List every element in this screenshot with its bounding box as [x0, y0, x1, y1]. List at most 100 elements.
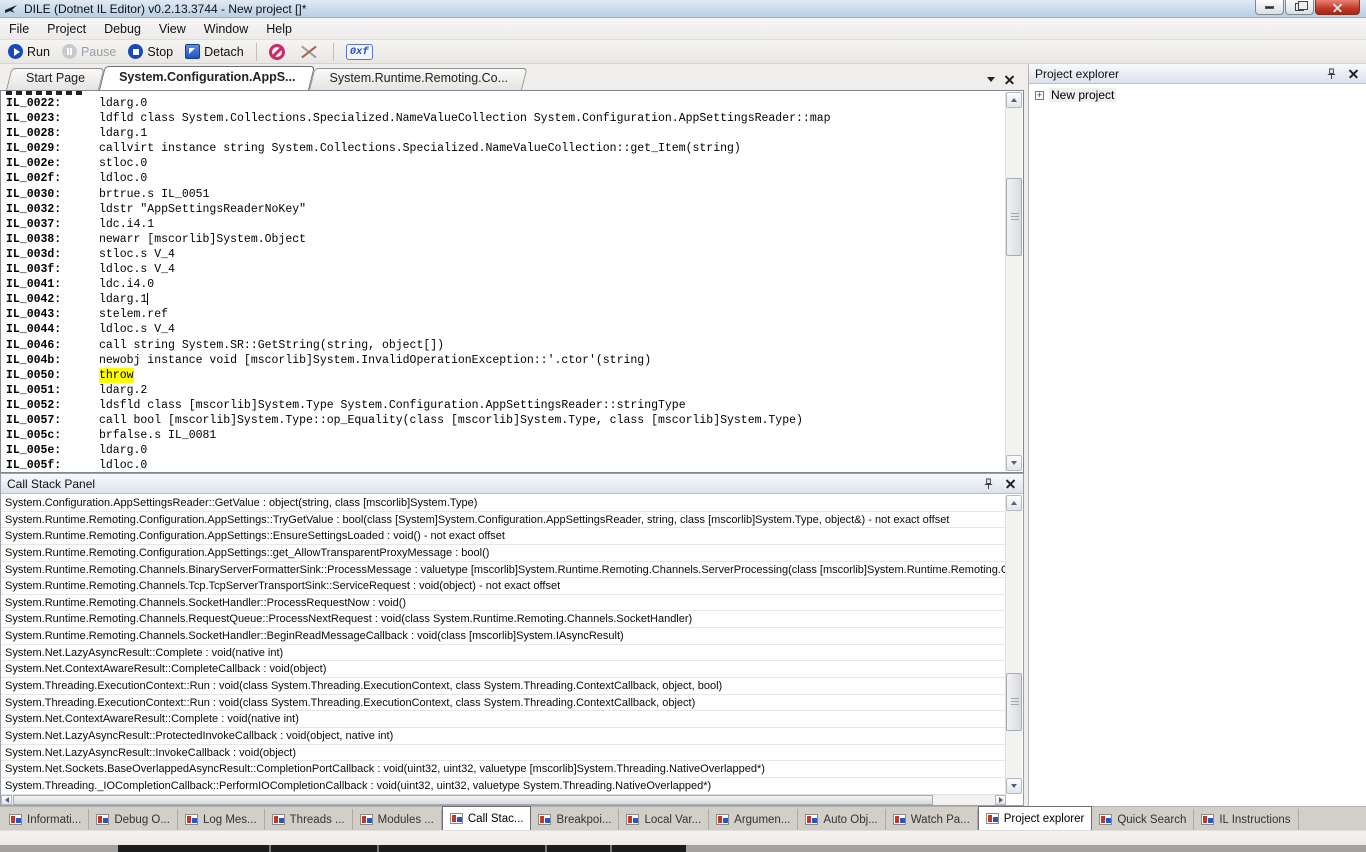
- callstack-frame[interactable]: System.Runtime.Remoting.Channels.SocketH…: [1, 628, 1006, 645]
- code-line[interactable]: IL_0030: brtrue.s IL_0051: [6, 187, 1005, 202]
- restore-button[interactable]: [1285, 0, 1314, 15]
- callstack-frame[interactable]: System.Runtime.Remoting.Configuration.Ap…: [1, 545, 1006, 562]
- code-line[interactable]: IL_005e: ldarg.0: [6, 443, 1005, 458]
- scroll-down-button[interactable]: [1006, 455, 1022, 471]
- callstack-horizontal-scrollbar[interactable]: [1, 794, 1006, 805]
- clear-breakpoints-button[interactable]: [291, 42, 327, 62]
- panel-tab[interactable]: Local Var...: [619, 809, 710, 830]
- code-line[interactable]: IL_005c: brfalse.s IL_0081: [6, 428, 1005, 443]
- pin-icon[interactable]: [1326, 68, 1337, 80]
- callstack-frame[interactable]: System.Runtime.Remoting.Channels.SocketH…: [1, 595, 1006, 612]
- code-line[interactable]: IL_0037: ldc.i4.1: [6, 217, 1005, 232]
- menu-item[interactable]: Help: [257, 19, 301, 39]
- title-bar: DILE (Dotnet IL Editor) v0.2.13.3744 - N…: [0, 0, 1366, 18]
- callstack-frame[interactable]: System.Net.LazyAsyncResult::Complete : v…: [1, 645, 1006, 662]
- tree-expander-icon[interactable]: +: [1035, 90, 1044, 100]
- callstack-frame[interactable]: System.Threading._IOCompletionCallback::…: [1, 778, 1006, 794]
- code-line[interactable]: IL_003d: stloc.s V_4: [6, 247, 1005, 262]
- tree-item-new-project[interactable]: + New project: [1033, 87, 1362, 103]
- menu-item[interactable]: Window: [195, 19, 257, 39]
- panel-tab[interactable]: Informati...: [2, 809, 90, 830]
- callstack-frame[interactable]: System.Runtime.Remoting.Configuration.Ap…: [1, 512, 1006, 529]
- close-document-button[interactable]: [1005, 75, 1014, 84]
- code-line[interactable]: IL_004b: newobj instance void [mscorlib]S…: [6, 353, 1005, 368]
- callstack-frame[interactable]: System.Runtime.Remoting.Channels.BinaryS…: [1, 562, 1006, 579]
- disable-breakpoints-button[interactable]: [263, 42, 291, 62]
- stop-button[interactable]: Stop: [122, 42, 179, 61]
- menu-item[interactable]: Debug: [95, 19, 150, 39]
- panel-tab[interactable]: Argumen...: [709, 809, 799, 830]
- scrollbar-thumb[interactable]: [13, 795, 933, 805]
- panel-tab[interactable]: Call Stac...: [441, 806, 532, 830]
- code-line[interactable]: IL_0044: ldloc.s V_4: [6, 322, 1005, 337]
- callstack-vertical-scrollbar[interactable]: [1005, 495, 1022, 794]
- code-line[interactable]: IL_0042: ldarg.1: [6, 292, 1005, 307]
- code-line[interactable]: IL_0023: ldfld class System.Collections.S…: [6, 111, 1005, 126]
- code-line[interactable]: IL_005f: ldloc.0: [6, 458, 1005, 472]
- panel-tab[interactable]: Modules ...: [353, 809, 442, 830]
- scroll-left-button[interactable]: [1, 795, 12, 805]
- scrollbar-thumb[interactable]: [1006, 178, 1022, 256]
- code-vertical-scrollbar[interactable]: [1005, 92, 1022, 471]
- panel-tab[interactable]: IL Instructions: [1194, 809, 1299, 830]
- scroll-right-button[interactable]: [995, 795, 1006, 805]
- code-line[interactable]: IL_0043: stelem.ref: [6, 307, 1005, 322]
- code-line[interactable]: IL_002f: ldloc.0: [6, 171, 1005, 186]
- panel-tab[interactable]: Debug O...: [89, 809, 178, 830]
- scroll-down-button[interactable]: [1006, 778, 1022, 794]
- panel-tab[interactable]: Watch Pa...: [886, 809, 978, 830]
- document-tab[interactable]: Start Page: [6, 68, 99, 90]
- run-button[interactable]: Run: [2, 42, 56, 61]
- callstack-frame[interactable]: System.Net.ContextAwareResult::CompleteC…: [1, 661, 1006, 679]
- callstack-frame[interactable]: System.Threading.ExecutionContext::Run :…: [1, 678, 1006, 695]
- pin-icon[interactable]: [983, 478, 994, 490]
- callstack-frame[interactable]: System.Net.Sockets.BaseOverlappedAsyncRe…: [1, 761, 1006, 778]
- minimize-button[interactable]: [1255, 0, 1284, 15]
- callstack-frame[interactable]: System.Net.LazyAsyncResult::InvokeCallba…: [1, 745, 1006, 762]
- scrollbar-thumb[interactable]: [1006, 673, 1022, 731]
- document-tab[interactable]: System.Configuration.AppS...: [99, 66, 309, 90]
- detach-button[interactable]: Detach: [179, 42, 250, 61]
- panel-tab[interactable]: Auto Obj...: [798, 809, 886, 830]
- tab-list-dropdown-button[interactable]: [987, 77, 995, 82]
- code-line[interactable]: IL_0028: ldarg.1: [6, 126, 1005, 141]
- panel-tab[interactable]: Breakpoi...: [531, 809, 620, 830]
- menu-item-label: View: [158, 22, 186, 36]
- callstack-frame[interactable]: System.Threading.ExecutionContext::Run :…: [1, 695, 1006, 712]
- pause-button[interactable]: Pause: [56, 42, 122, 61]
- panel-tab[interactable]: Quick Search: [1092, 809, 1195, 830]
- menu-item[interactable]: File: [0, 19, 38, 39]
- callstack-frame[interactable]: System.Runtime.Remoting.Channels.Tcp.Tcp…: [1, 578, 1006, 595]
- menu-item[interactable]: Project: [38, 19, 95, 39]
- code-line[interactable]: IL_0052: ldsfld class [mscorlib]System.Ty…: [6, 398, 1005, 413]
- callstack-frame[interactable]: System.Net.LazyAsyncResult::ProtectedInv…: [1, 728, 1006, 745]
- scroll-up-button[interactable]: [1006, 92, 1022, 108]
- callstack-frame[interactable]: System.Net.ContextAwareResult::Complete …: [1, 711, 1006, 728]
- hex-view-button[interactable]: 0xf: [340, 42, 379, 62]
- code-line[interactable]: IL_0022: ldarg.0: [6, 96, 1005, 111]
- code-line[interactable]: IL_002e: stloc.0: [6, 156, 1005, 171]
- callstack-frame[interactable]: System.Runtime.Remoting.Channels.Request…: [1, 611, 1006, 629]
- code-line[interactable]: IL_0041: ldc.i4.0: [6, 277, 1005, 292]
- il-code-editor[interactable]: IL_0022: ldarg.0 IL_0023: ldfld class Syst…: [0, 90, 1024, 473]
- document-tab-label: System.Runtime.Remoting.Co...: [329, 71, 509, 85]
- panel-tab[interactable]: Project explorer: [977, 806, 1093, 830]
- callstack-frame[interactable]: System.Runtime.Remoting.Configuration.Ap…: [1, 528, 1006, 545]
- code-line[interactable]: IL_0038: newarr [mscorlib]System.Object: [6, 232, 1005, 247]
- code-line[interactable]: IL_003f: ldloc.s V_4: [6, 262, 1005, 277]
- panel-tab[interactable]: Threads ...: [265, 809, 353, 830]
- scroll-up-button[interactable]: [1006, 495, 1022, 511]
- menu-item[interactable]: View: [150, 19, 195, 39]
- code-line[interactable]: IL_0050: throw: [6, 367, 1005, 383]
- code-line[interactable]: IL_0032: ldstr "AppSettingsReaderNoKey": [6, 202, 1005, 217]
- code-line[interactable]: IL_0057: call bool [mscorlib]System.Type:…: [6, 413, 1005, 428]
- callstack-frame[interactable]: System.Configuration.AppSettingsReader::…: [1, 495, 1006, 512]
- code-line[interactable]: IL_0046: call string System.SR::GetString…: [6, 338, 1005, 353]
- code-line[interactable]: IL_0029: callvirt instance string System.…: [6, 141, 1005, 156]
- panel-tab[interactable]: Log Mes...: [178, 809, 265, 830]
- close-button[interactable]: [1315, 0, 1360, 15]
- close-panel-button[interactable]: [1349, 69, 1358, 78]
- close-panel-button[interactable]: [1006, 479, 1015, 488]
- document-tab[interactable]: System.Runtime.Remoting.Co...: [309, 68, 522, 90]
- code-line[interactable]: IL_0051: ldarg.2: [6, 383, 1005, 398]
